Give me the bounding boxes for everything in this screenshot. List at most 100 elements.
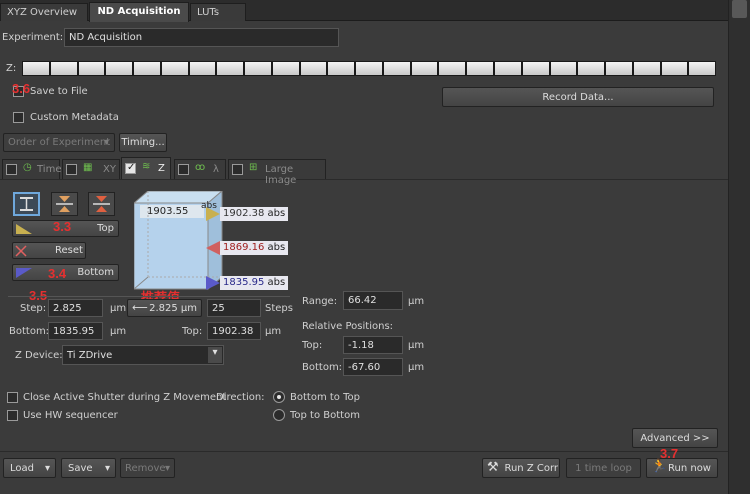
load-label: Load [10,463,34,474]
close-shutter-label: Close Active Shutter during Z Movement [23,392,227,403]
relative-positions-title: Relative Positions: [302,321,394,332]
top-marker-icon [16,224,32,234]
top-abs-value: 1902.38 [223,208,265,219]
relative-top-field: -1.18 [343,336,403,354]
top-field[interactable]: 1902.38 [207,322,261,340]
annotation-3-6: 3.6 [12,81,31,96]
direction-bottom-to-top-label: Bottom to Top [290,392,360,403]
reset-icon [15,245,27,257]
large-image-checkbox[interactable] [232,164,243,175]
direction-top-to-bottom-radio[interactable] [273,409,285,421]
tab-lambda[interactable]: ꝏ λ [174,159,226,179]
tab-z-label: Z [158,163,165,174]
z-device-value: Ti ZDrive [67,350,113,361]
advanced-button[interactable]: Advanced >> [632,428,718,448]
vertical-scrollbar[interactable] [728,0,750,494]
timing-button[interactable]: Timing... [119,133,167,152]
remove-button[interactable]: Remove ▾ [120,458,175,478]
bottom-abs-unit: abs [267,277,286,288]
grid-icon: ▦ [83,162,93,173]
steps-label: Steps [265,303,293,314]
range-label: Range: [302,296,338,307]
order-of-experiment-label: Order of Experiment [8,137,111,148]
experiment-field[interactable]: ND Acquisition [64,28,339,47]
relative-bottom-label: Bottom: [302,362,343,373]
save-label: Save [68,463,93,474]
current-abs-tag: 1869.16 abs [220,241,289,255]
top-label: Top: [182,326,203,337]
relative-bottom-field: -67.60 [343,358,403,376]
layers-icon: ≋ [142,161,151,172]
relative-bottom-unit: µm [408,362,425,373]
z-device-dropdown[interactable]: Ti ZDrive ▾ [62,345,224,365]
chevron-down-icon: ▾ [44,463,50,474]
top-bottom-icon [20,197,33,211]
remove-label: Remove [125,463,166,474]
top-bottom-mode-button[interactable] [13,192,40,216]
cube-top-value: 1903.55 [147,206,189,217]
run-now-label: Run now [668,463,711,474]
load-button[interactable]: Load ▾ [3,458,56,478]
symmetric-mode-button[interactable] [51,192,78,216]
xy-checkbox[interactable] [66,164,77,175]
tab-large-image[interactable]: ⊞ Large Image [228,159,326,186]
time-loop-button[interactable]: 1 time loop [566,458,641,478]
top-abs-unit: abs [267,208,286,219]
tab-time-label: Time [37,164,62,175]
tab-nd-acquisition[interactable]: ND Acquisition [89,2,189,22]
relative-top-label: Top: [302,340,323,351]
z-device-label: Z Device: [15,350,63,361]
bottom-marker-icon [16,268,32,278]
reset-button[interactable]: Reset [12,242,86,259]
run-now-button[interactable]: 🏃 Run now [646,458,718,478]
direction-top-to-bottom-label: Top to Bottom [290,410,360,421]
top-position-marker [206,207,220,221]
tab-z[interactable]: ≋ Z [121,157,171,179]
recommended-step-button[interactable]: ⟵ 2.825 µm [127,299,202,317]
hw-sequencer-label: Use HW sequencer [23,410,118,421]
custom-metadata-checkbox[interactable] [13,112,24,123]
step-unit: µm [110,303,127,314]
recommended-step-label: 2.825 µm [149,303,197,314]
z-checkbox[interactable] [125,162,136,174]
bottom-unit: µm [110,326,127,337]
chevron-down-icon: ▾ [208,347,222,363]
bottom-position-marker [206,276,220,290]
asymmetric-mode-button[interactable] [88,192,115,216]
relative-top-unit: µm [408,340,425,351]
set-bottom-label: Bottom [77,267,114,278]
hw-sequencer-checkbox[interactable] [7,410,18,421]
large-image-icon: ⊞ [249,162,258,173]
top-abs-tag: 1902.38 abs [220,207,289,221]
tab-xyz-overview[interactable]: XYZ Overview [0,3,88,21]
save-button[interactable]: Save ▾ [61,458,116,478]
tab-xy[interactable]: ▦ XY [62,159,120,179]
order-of-experiment-dropdown[interactable]: Order of Experiment ▾ [3,133,115,152]
tab-luts[interactable]: LUTs [190,3,246,21]
tab-bar: XYZ Overview ND Acquisition LUTs [0,0,750,22]
record-data-button[interactable]: Record Data... [442,87,714,107]
current-position-marker [206,241,220,255]
chevron-down-icon: ▾ [104,463,110,474]
wavelength-icon: ꝏ [195,162,206,173]
running-person-icon: 🏃 [651,459,668,474]
current-abs-value: 1869.16 [223,242,265,253]
range-field: 66.42 [343,291,403,310]
tab-time[interactable]: ◷ Time [2,159,62,179]
run-z-corr-button[interactable]: ⚒ Run Z Corr [482,458,560,478]
step-field[interactable]: 2.825 [48,299,103,317]
time-checkbox[interactable] [6,164,17,175]
lambda-checkbox[interactable] [178,164,189,175]
close-shutter-checkbox[interactable] [7,392,18,403]
asymmetric-icon [93,196,110,212]
z-stack-strip[interactable] [22,61,716,76]
save-to-file-label: Save to File [30,86,88,97]
steps-count-field[interactable]: 25 [207,299,261,317]
current-abs-unit: abs [267,242,286,253]
bottom-label: Bottom: [9,326,50,337]
direction-bottom-to-top-radio[interactable] [273,391,285,403]
bottom-field[interactable]: 1835.95 [48,322,103,340]
annotation-3-3: 3.3 [53,219,72,234]
top-unit: µm [265,326,282,337]
symmetric-icon [56,196,73,212]
